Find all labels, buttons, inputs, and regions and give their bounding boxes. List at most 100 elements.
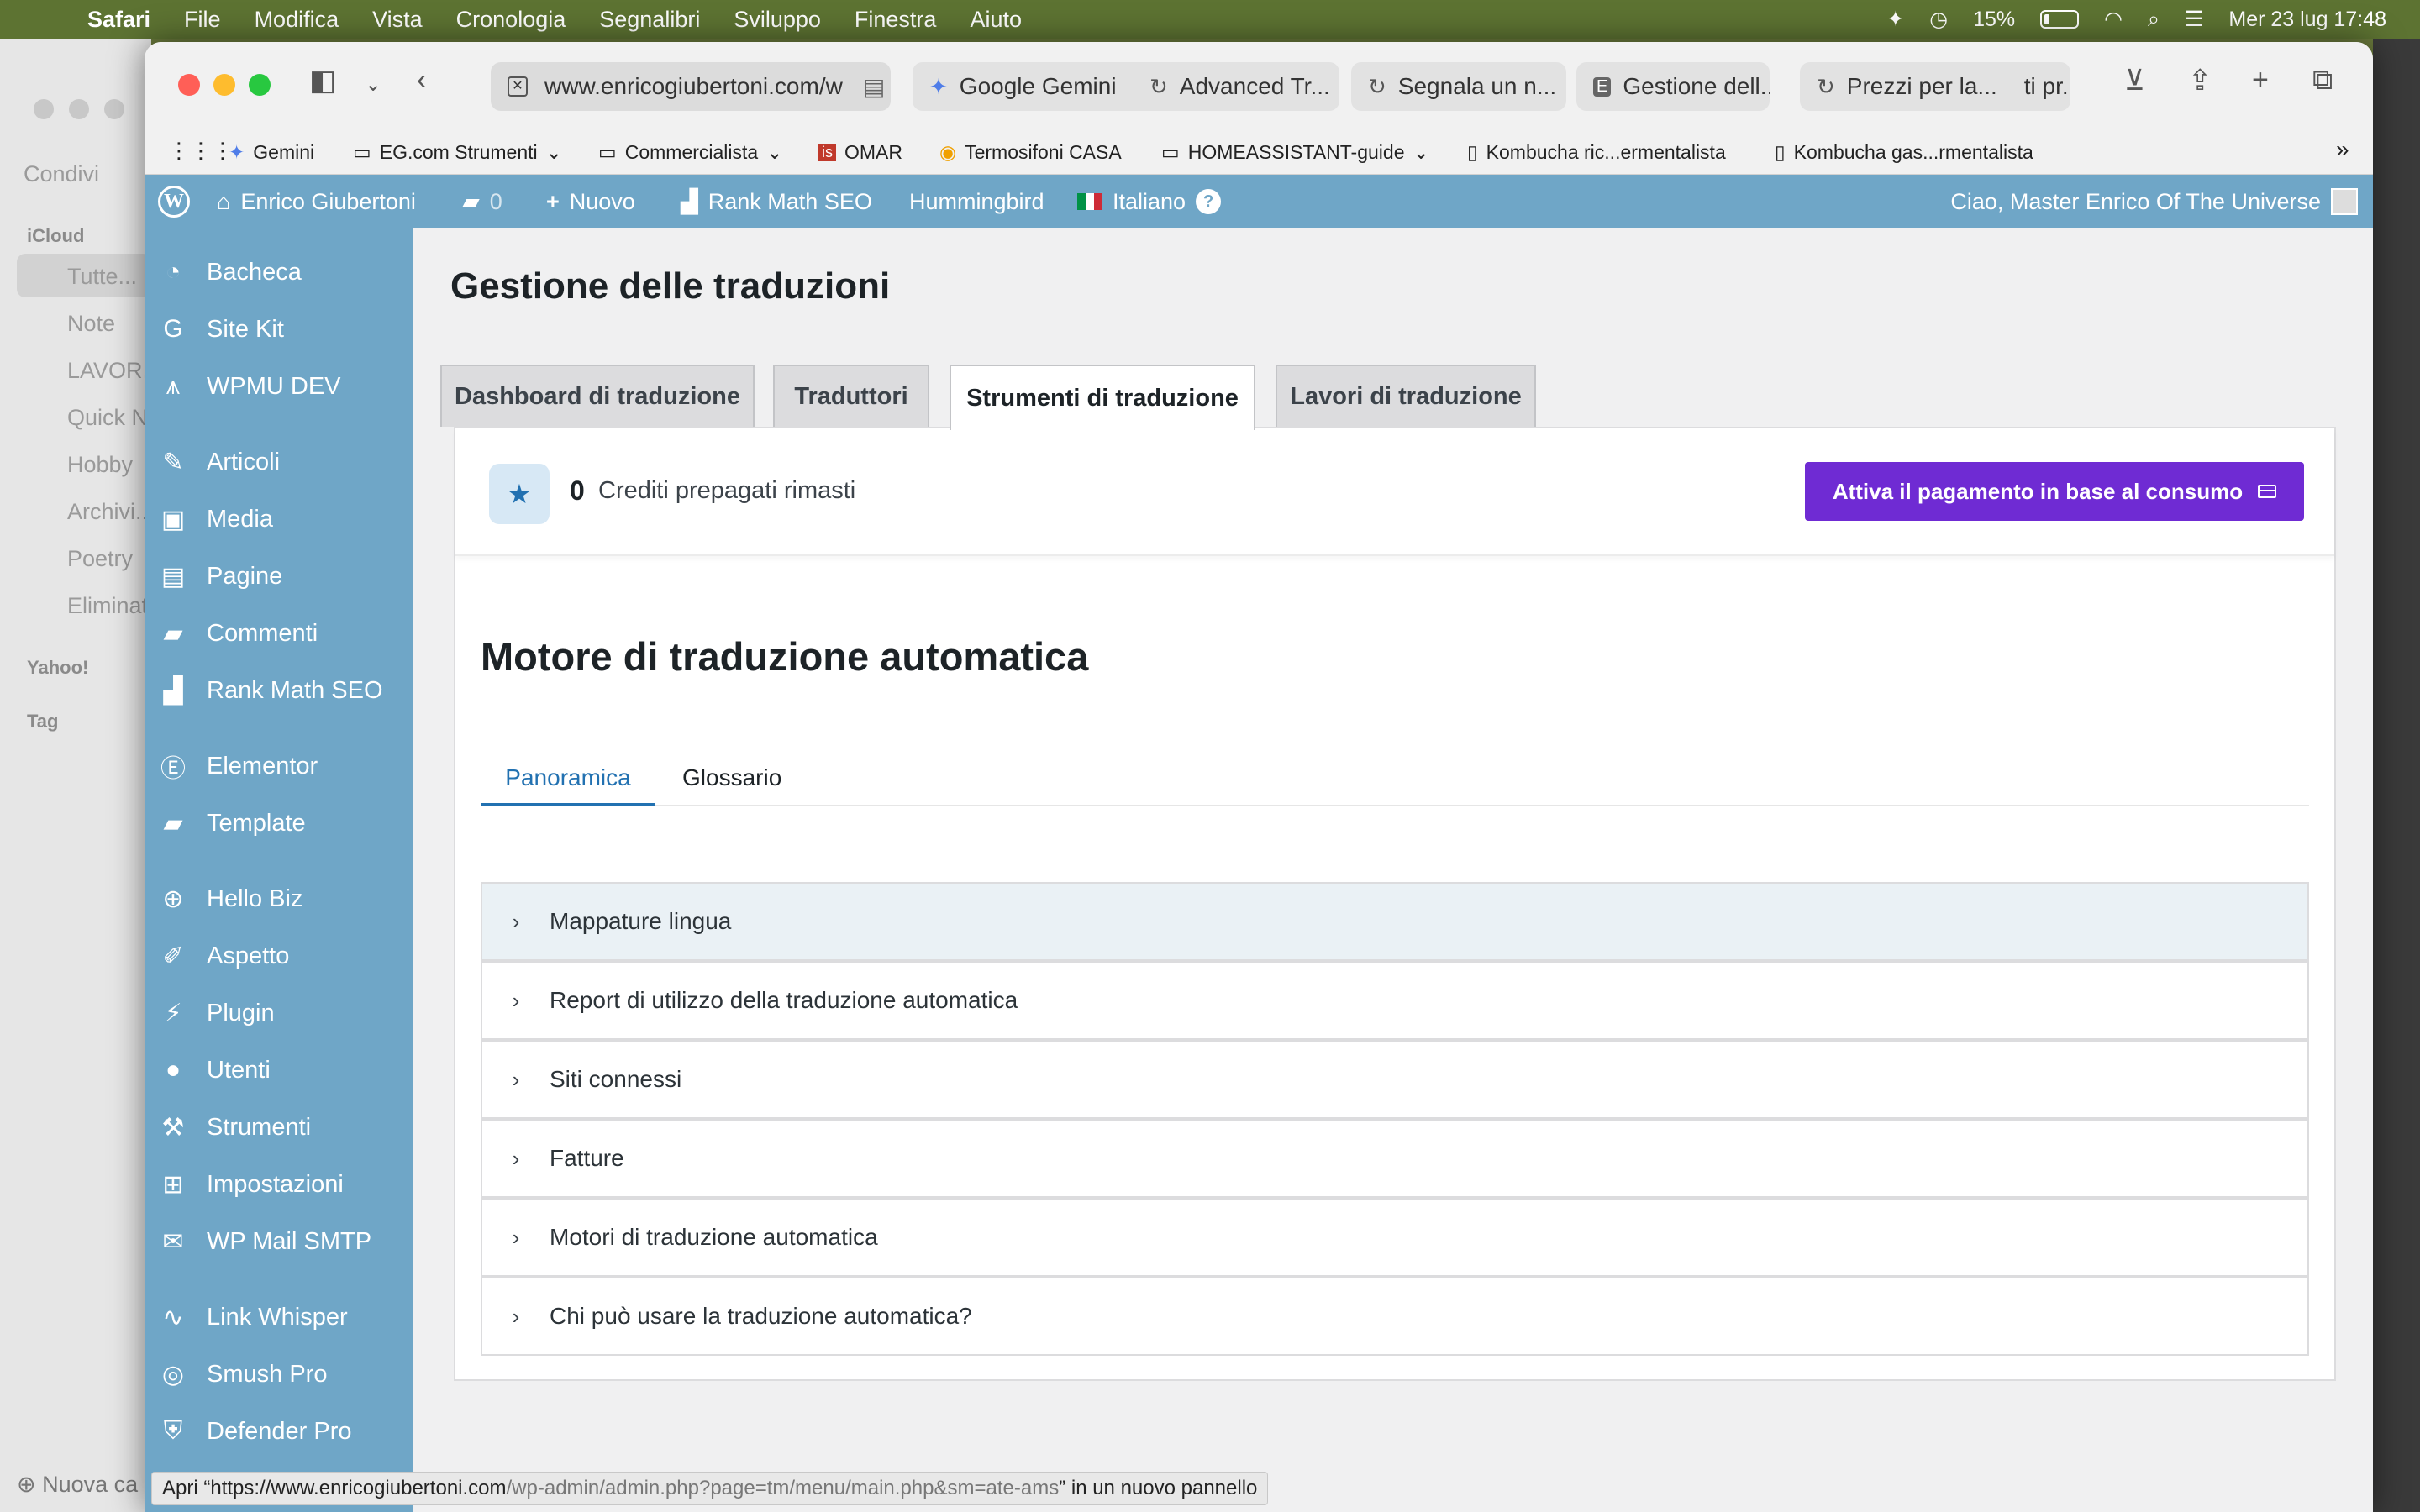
tab-gestione[interactable]: E Gestione dell...: [1576, 62, 1770, 111]
accordion-row[interactable]: › Fatture: [481, 1119, 2309, 1198]
downloads-icon[interactable]: ⊻: [2124, 64, 2145, 97]
wp-admin-bar: W ⌂ Enrico Giubertoni ▰ 0 + Nuovo ▟ Rank Mat…: [145, 175, 2373, 228]
bookmark-kombucha-1[interactable]: ▯ Kombucha ric...ermentalista: [1467, 141, 1726, 164]
minimize-window-button[interactable]: [213, 74, 235, 96]
menu-bar-clock[interactable]: Mer 23 lug 17:48: [2228, 8, 2386, 32]
stop-loading-icon[interactable]: ✕: [508, 76, 528, 97]
bookmark-folder-commercialista[interactable]: ▭ Commercialista ⌄: [598, 141, 783, 164]
sidebar-item-template[interactable]: ▰ Template: [145, 798, 413, 848]
tab-overview-icon[interactable]: ⧉: [2312, 64, 2333, 97]
sidebar-item-smush-pro[interactable]: ◎ Smush Pro: [145, 1349, 413, 1399]
sidebar-toggle-icon[interactable]: ◧: [309, 64, 336, 97]
tab-prezzi[interactable]: ↻ Prezzi per la... ti pr...: [1800, 62, 2070, 111]
sidebar-item-wpmu-dev[interactable]: ⩚ WPMU DEV: [145, 361, 413, 412]
subtab-panoramica[interactable]: Panoramica: [481, 758, 655, 806]
notes-folder-deleted[interactable]: Eliminat: [67, 593, 148, 619]
sidebar-item-defender-pro[interactable]: ⛨ Defender Pro: [145, 1406, 413, 1457]
page-title: Gestione delle traduzioni: [450, 265, 891, 307]
zoom-window-button[interactable]: [249, 74, 271, 96]
notes-folder-archive[interactable]: Archivi...: [67, 499, 155, 525]
spotlight-search-icon[interactable]: ⌕: [2148, 8, 2160, 32]
subtab-glossario[interactable]: Glossario: [682, 758, 781, 806]
menu-sviluppo[interactable]: Sviluppo: [734, 7, 821, 33]
menu-aiuto[interactable]: Aiuto: [970, 7, 1022, 33]
chevron-down-icon[interactable]: ⌄: [365, 72, 381, 97]
sidebar-item-wp-mail-smtp[interactable]: ✉ WP Mail SMTP: [145, 1216, 413, 1267]
sidebar-item-plugin[interactable]: ⚡ Plugin: [145, 988, 413, 1038]
sidebar-item-commenti[interactable]: ▰ Commenti: [145, 608, 413, 659]
sidebar-item-pagine[interactable]: ▤ Pagine: [145, 551, 413, 601]
accordion-row[interactable]: › Chi può usare la traduzione automatica?: [481, 1277, 2309, 1356]
activate-pay-as-you-go-button[interactable]: Attiva il pagamento in base al consumo: [1805, 462, 2304, 521]
bookmarks-overflow-icon[interactable]: »: [2336, 136, 2349, 163]
reader-icon[interactable]: ▤: [863, 73, 885, 101]
admin-bar-new[interactable]: + Nuovo: [546, 175, 635, 228]
tab-segnala[interactable]: ↻ Segnala un n...: [1351, 62, 1566, 111]
bookmark-folder-homeassistant[interactable]: ▭ HOMEASSISTANT-guide ⌄: [1161, 141, 1429, 164]
accordion-row[interactable]: › Mappature lingua: [481, 882, 2309, 961]
sidebar-item-impostazioni[interactable]: ⊞ Impostazioni: [145, 1159, 413, 1210]
tab-strumenti-traduzione[interactable]: Strumenti di traduzione: [950, 365, 1255, 430]
notes-folder-quick[interactable]: Quick N: [67, 405, 148, 431]
sidebar-item-aspetto[interactable]: ✐ Aspetto: [145, 931, 413, 981]
sidebar-item-elementor[interactable]: Ⓔ Elementor: [145, 741, 413, 791]
plus-circle-icon: ⊕: [162, 885, 184, 913]
admin-bar-language[interactable]: Italiano?: [1077, 175, 1222, 228]
tab-advanced-tr[interactable]: ↻ Advanced Tr...: [1133, 62, 1339, 111]
battery-icon[interactable]: [2040, 10, 2080, 29]
menu-modifica[interactable]: Modifica: [255, 7, 339, 33]
admin-bar-hummingbird[interactable]: Hummingbird: [909, 175, 1044, 228]
grid-icon[interactable]: ⋮⋮⋮: [168, 138, 234, 164]
accordion-row[interactable]: › Siti connessi: [481, 1040, 2309, 1119]
sidebar-item-hello-biz[interactable]: ⊕ Hello Biz: [145, 874, 413, 924]
media-icon: ▣: [160, 505, 186, 533]
notes-folder-all[interactable]: Tutte...: [67, 264, 137, 290]
close-window-button[interactable]: [178, 74, 200, 96]
sidebar-item-link-whisper[interactable]: ∿ Link Whisper: [145, 1292, 413, 1342]
notes-folder-note[interactable]: Note: [67, 311, 115, 337]
admin-bar-site[interactable]: ⌂ Enrico Giubertoni: [217, 175, 416, 228]
wordpress-logo-icon[interactable]: W: [158, 175, 190, 228]
admin-bar-account[interactable]: Ciao, Master Enrico Of The Universe: [1950, 175, 2358, 228]
tab-traduttori[interactable]: Traduttori: [773, 365, 929, 427]
control-center-icon[interactable]: ☰: [2185, 7, 2203, 32]
menu-file[interactable]: File: [184, 7, 221, 33]
menu-cronologia[interactable]: Cronologia: [456, 7, 566, 33]
time-machine-icon[interactable]: ◷: [1929, 7, 1948, 32]
menu-vista[interactable]: Vista: [372, 7, 423, 33]
notes-folder-hobby[interactable]: Hobby: [67, 452, 133, 478]
sidebar-item-site-kit[interactable]: G Site Kit: [145, 304, 413, 354]
tab-dashboard-traduzione[interactable]: Dashboard di traduzione: [440, 365, 755, 427]
share-icon[interactable]: ⇪: [2188, 64, 2212, 97]
notes-folder-shared[interactable]: Condivi: [24, 161, 99, 187]
sidebar-item-articoli[interactable]: ✎ Articoli: [145, 437, 413, 487]
butterfly-icon[interactable]: ✦: [1886, 7, 1904, 32]
notes-folder-poetry[interactable]: Poetry: [67, 546, 133, 572]
accordion-row[interactable]: › Motori di traduzione automatica: [481, 1198, 2309, 1277]
admin-bar-rankmath[interactable]: ▟ Rank Math SEO: [681, 175, 872, 228]
back-icon[interactable]: ‹: [417, 64, 426, 97]
new-tab-icon[interactable]: +: [2252, 64, 2269, 97]
address-bar[interactable]: ✕ www.enricogiubertoni.com/w ▤: [491, 62, 891, 111]
sidebar-item-utenti[interactable]: ● Utenti: [145, 1045, 413, 1095]
notes-new-folder-button[interactable]: ⊕ Nuova ca: [17, 1472, 138, 1498]
admin-bar-comments[interactable]: ▰ 0: [462, 175, 502, 228]
sidebar-item-rank-math-seo[interactable]: ▟ Rank Math SEO: [145, 665, 413, 716]
chevron-right-icon: ›: [512, 908, 520, 934]
safari-toolbar: ◧ ⌄ ‹ ✕ www.enricogiubertoni.com/w ▤ ✦ Go…: [145, 42, 2373, 129]
menu-finestra[interactable]: Finestra: [855, 7, 937, 33]
menu-safari[interactable]: Safari: [87, 7, 150, 33]
sidebar-item-strumenti[interactable]: ⚒ Strumenti: [145, 1102, 413, 1152]
accordion-row[interactable]: › Report di utilizzo della traduzione aut…: [481, 961, 2309, 1040]
bookmark-kombucha-2[interactable]: ▯ Kombucha gas...rmentalista: [1775, 141, 2033, 164]
bookmark-gemini[interactable]: ✦ Gemini: [229, 141, 314, 164]
tab-lavori-traduzione[interactable]: Lavori di traduzione: [1276, 365, 1536, 427]
wifi-icon[interactable]: ◠: [2104, 7, 2123, 32]
sidebar-item-media[interactable]: ▣ Media: [145, 494, 413, 544]
chevron-right-icon: ›: [512, 1145, 520, 1171]
bookmark-folder-eg-strumenti[interactable]: ▭ EG.com Strumenti ⌄: [353, 141, 562, 164]
bookmark-omar[interactable]: is OMAR: [818, 141, 902, 164]
menu-segnalibri[interactable]: Segnalibri: [599, 7, 700, 33]
bookmark-termosifoni[interactable]: ◉ Termosifoni CASA: [939, 141, 1122, 164]
sidebar-item-bacheca[interactable]: ◔ Bacheca: [145, 247, 413, 297]
